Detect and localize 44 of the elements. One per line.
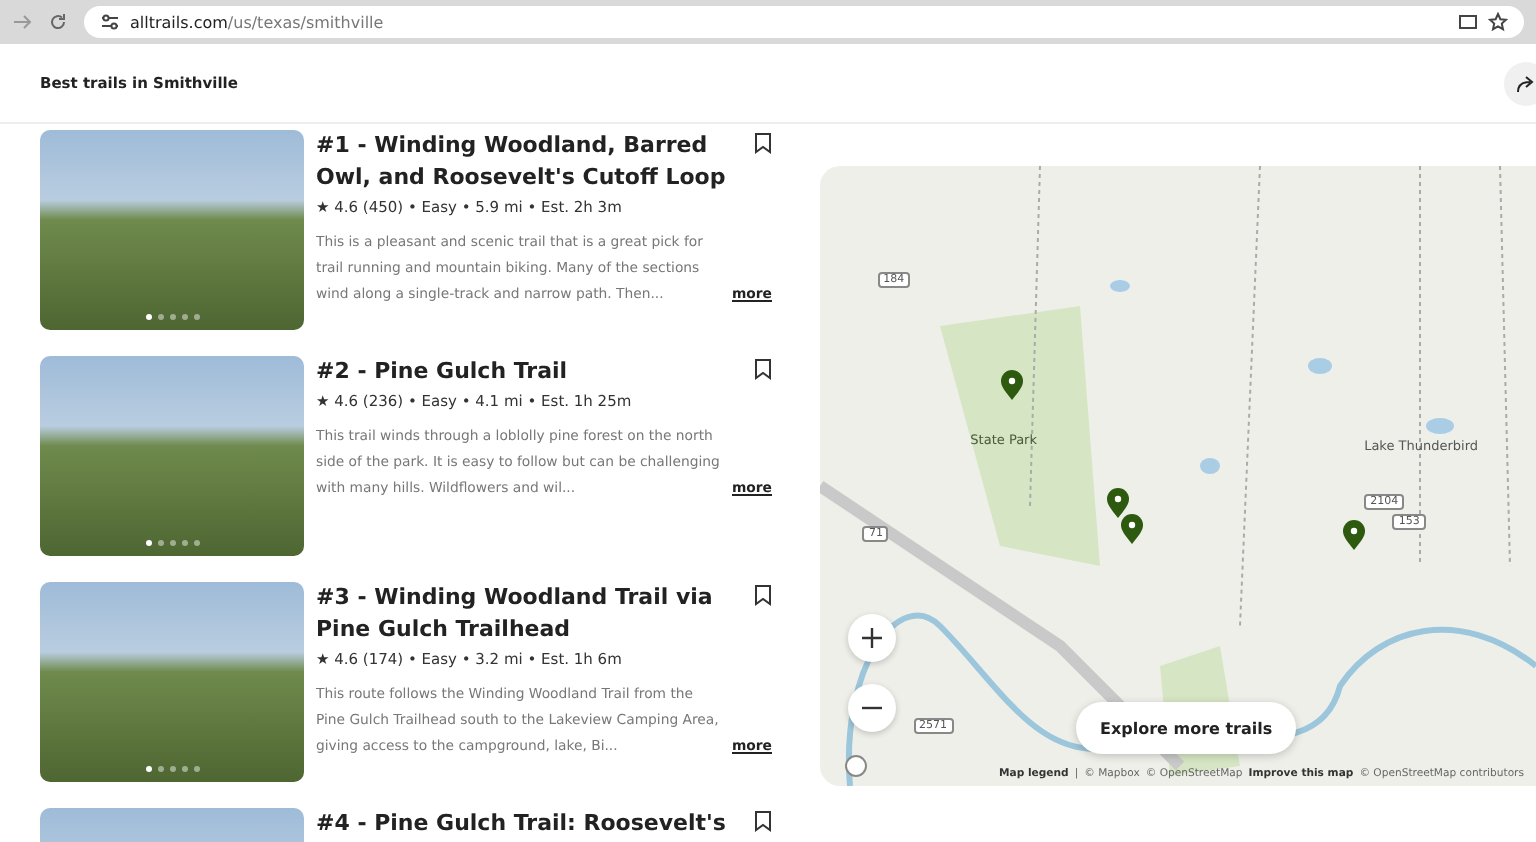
star-icon[interactable] bbox=[1488, 12, 1508, 32]
share-button[interactable] bbox=[1504, 61, 1536, 105]
explore-more-trails-button[interactable]: Explore more trails bbox=[1076, 702, 1297, 754]
trail-title[interactable]: #3 - Winding Woodland Trail via Pine Gulch Trailhead bbox=[316, 582, 738, 646]
bookmark-icon[interactable] bbox=[754, 584, 772, 606]
trail-title[interactable]: #1 - Winding Woodland, Barred Owl, and Roosevelt's Cutoff Loop bbox=[316, 130, 738, 194]
carousel-dot[interactable] bbox=[157, 540, 163, 546]
bookmark-icon[interactable] bbox=[754, 810, 772, 832]
carousel-dot[interactable] bbox=[145, 540, 151, 546]
zoom-out-button[interactable] bbox=[848, 684, 896, 732]
install-icon[interactable] bbox=[1458, 12, 1478, 32]
carousel-dot[interactable] bbox=[181, 540, 187, 546]
forward-icon[interactable] bbox=[12, 12, 32, 32]
plus-icon bbox=[860, 626, 884, 650]
trail-title[interactable]: #2 - Pine Gulch Trail bbox=[316, 356, 568, 388]
carousel-dot[interactable] bbox=[193, 766, 199, 772]
site-settings-icon[interactable] bbox=[100, 12, 120, 32]
map-pin-icon[interactable] bbox=[999, 370, 1023, 403]
bookmark-icon[interactable] bbox=[754, 132, 772, 154]
carousel-dot[interactable] bbox=[157, 314, 163, 320]
map-pin-icon[interactable] bbox=[1120, 513, 1145, 546]
carousel-dot[interactable] bbox=[169, 314, 175, 320]
carousel-dot[interactable] bbox=[181, 766, 187, 772]
carousel-dot[interactable] bbox=[145, 314, 151, 320]
trail-title[interactable]: #4 - Pine Gulch Trail: Roosevelt's bbox=[316, 808, 726, 840]
carousel-dot[interactable] bbox=[157, 766, 163, 772]
map-pin-icon[interactable] bbox=[1106, 488, 1131, 521]
reload-icon[interactable] bbox=[48, 12, 68, 32]
carousel-dot[interactable] bbox=[169, 766, 175, 772]
map-pin-icon[interactable] bbox=[1342, 519, 1367, 552]
trail-photo[interactable] bbox=[40, 130, 304, 330]
trail-photo[interactable] bbox=[40, 356, 304, 556]
bookmark-icon[interactable] bbox=[754, 358, 772, 380]
carousel-dot[interactable] bbox=[181, 314, 187, 320]
address-bar[interactable]: alltrails.com/us/texas/smithville bbox=[84, 6, 1524, 38]
carousel-dot[interactable] bbox=[193, 314, 199, 320]
share-icon bbox=[1516, 73, 1536, 93]
url-text: alltrails.com/us/texas/smithville bbox=[130, 13, 384, 31]
carousel-dot[interactable] bbox=[145, 766, 151, 772]
zoom-in-button[interactable] bbox=[848, 614, 896, 662]
carousel-dot[interactable] bbox=[193, 540, 199, 546]
carousel-dot[interactable] bbox=[169, 540, 175, 546]
mapbox-logo-icon bbox=[844, 754, 868, 778]
trail-photo[interactable] bbox=[40, 582, 304, 782]
